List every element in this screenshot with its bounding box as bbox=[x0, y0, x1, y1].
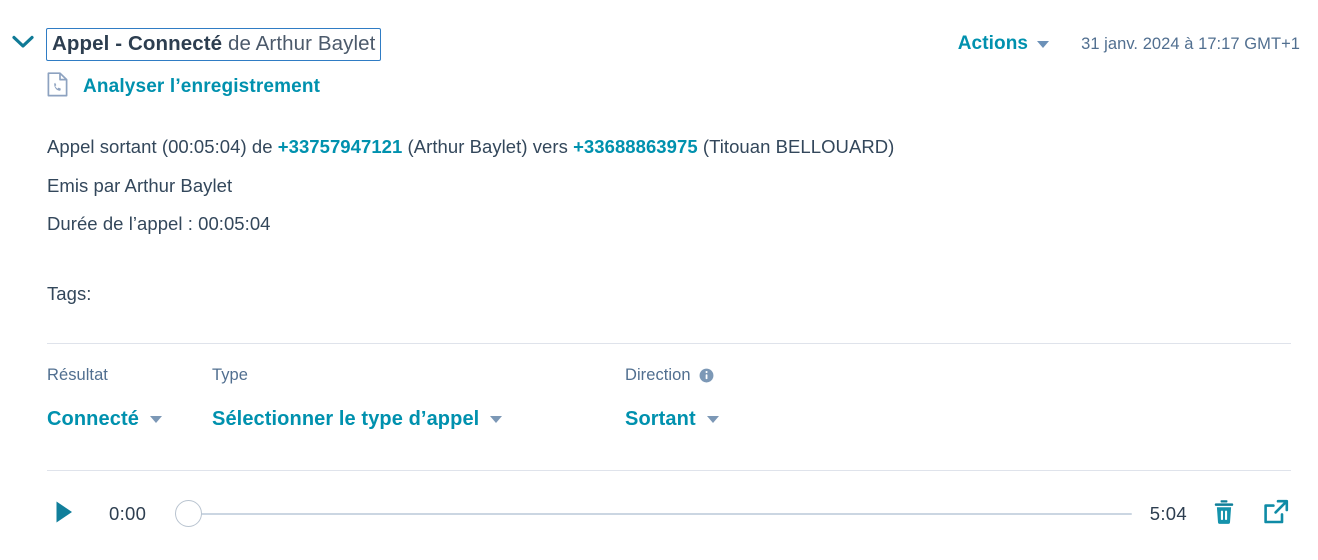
analyse-recording-label: Analyser l’enregistrement bbox=[83, 76, 321, 97]
call-details-line-1: Appel sortant (00:05:04) de +33757947121… bbox=[47, 128, 894, 167]
play-icon bbox=[54, 500, 74, 529]
caret-down-icon bbox=[149, 416, 162, 423]
property-type-label-text: Type bbox=[212, 365, 248, 384]
audio-player: 0:00 5:04 bbox=[47, 492, 1291, 536]
tags-label: Tags: bbox=[47, 283, 92, 304]
collapse-toggle-button[interactable] bbox=[0, 22, 46, 66]
trash-icon bbox=[1212, 499, 1236, 530]
callee-phone-number[interactable]: +33688863975 bbox=[573, 136, 698, 157]
caret-down-icon bbox=[490, 416, 503, 423]
caret-down-icon bbox=[706, 416, 719, 423]
divider-above-properties bbox=[47, 343, 1291, 344]
activity-title-strong: Appel - Connecté bbox=[52, 31, 223, 55]
player-progress-slider[interactable] bbox=[175, 500, 1132, 528]
property-type-label: Type bbox=[212, 364, 502, 386]
call-activity-panel: Appel - Connecté de Arthur Baylet Action… bbox=[0, 0, 1318, 560]
analyse-recording-link[interactable]: Analyser l’enregistrement bbox=[47, 72, 320, 102]
chevron-down-icon bbox=[12, 35, 34, 54]
player-total-time: 5:04 bbox=[1149, 503, 1187, 524]
open-in-new-window-button[interactable] bbox=[1261, 499, 1291, 529]
actions-dropdown-button[interactable]: Actions bbox=[958, 33, 1053, 55]
info-icon[interactable] bbox=[699, 368, 714, 383]
delete-recording-button[interactable] bbox=[1209, 499, 1239, 529]
actions-label: Actions bbox=[957, 33, 1029, 54]
document-phone-icon bbox=[47, 72, 68, 102]
property-type-value: Sélectionner le type d’appel bbox=[212, 408, 480, 430]
property-direction-label-text: Direction bbox=[625, 365, 691, 384]
call-details-line-2: Emis par Arthur Baylet bbox=[47, 174, 233, 196]
call-details-text: Appel sortant (00:05:04) de +33757947121… bbox=[47, 128, 894, 244]
property-type-dropdown[interactable]: Sélectionner le type d’appel bbox=[212, 408, 503, 431]
caller-phone-number[interactable]: +33757947121 bbox=[278, 136, 403, 157]
divider-above-player bbox=[47, 470, 1291, 471]
player-progress-track bbox=[175, 513, 1132, 515]
call-line1-prefix: Appel sortant (00:05:04) de bbox=[47, 136, 278, 157]
property-type: Type Sélectionner le type d’appel bbox=[212, 364, 503, 431]
activity-title-input[interactable]: Appel - Connecté de Arthur Baylet bbox=[46, 27, 382, 61]
play-button[interactable] bbox=[51, 501, 77, 527]
property-result-dropdown[interactable]: Connecté bbox=[47, 408, 162, 431]
property-direction: Direction Sortant bbox=[625, 364, 719, 431]
property-result-label: Résultat bbox=[47, 364, 162, 386]
call-properties: Résultat Connecté Type Sélectionner le t… bbox=[47, 364, 1291, 454]
external-link-icon bbox=[1263, 499, 1289, 530]
property-direction-value: Sortant bbox=[625, 408, 696, 430]
player-progress-handle[interactable] bbox=[175, 500, 202, 527]
caret-down-icon bbox=[1037, 40, 1050, 48]
call-line1-middle: (Arthur Baylet) vers bbox=[402, 136, 574, 157]
activity-title-regular: de Arthur Baylet bbox=[222, 31, 376, 55]
call-details-line-3: Durée de l’appel : 00:05:04 bbox=[47, 213, 271, 234]
property-result-label-text: Résultat bbox=[47, 365, 108, 384]
property-result: Résultat Connecté bbox=[47, 364, 162, 431]
header-right-group: Actions 31 janv. 2024 à 17:17 GMT+1 bbox=[958, 22, 1300, 66]
activity-timestamp: 31 janv. 2024 à 17:17 GMT+1 bbox=[1081, 34, 1300, 53]
player-current-time: 0:00 bbox=[109, 503, 147, 524]
property-direction-dropdown[interactable]: Sortant bbox=[625, 408, 719, 431]
property-result-value: Connecté bbox=[47, 408, 139, 430]
property-direction-label: Direction bbox=[625, 364, 719, 386]
call-line1-suffix: (Titouan BELLOUARD) bbox=[697, 136, 895, 157]
